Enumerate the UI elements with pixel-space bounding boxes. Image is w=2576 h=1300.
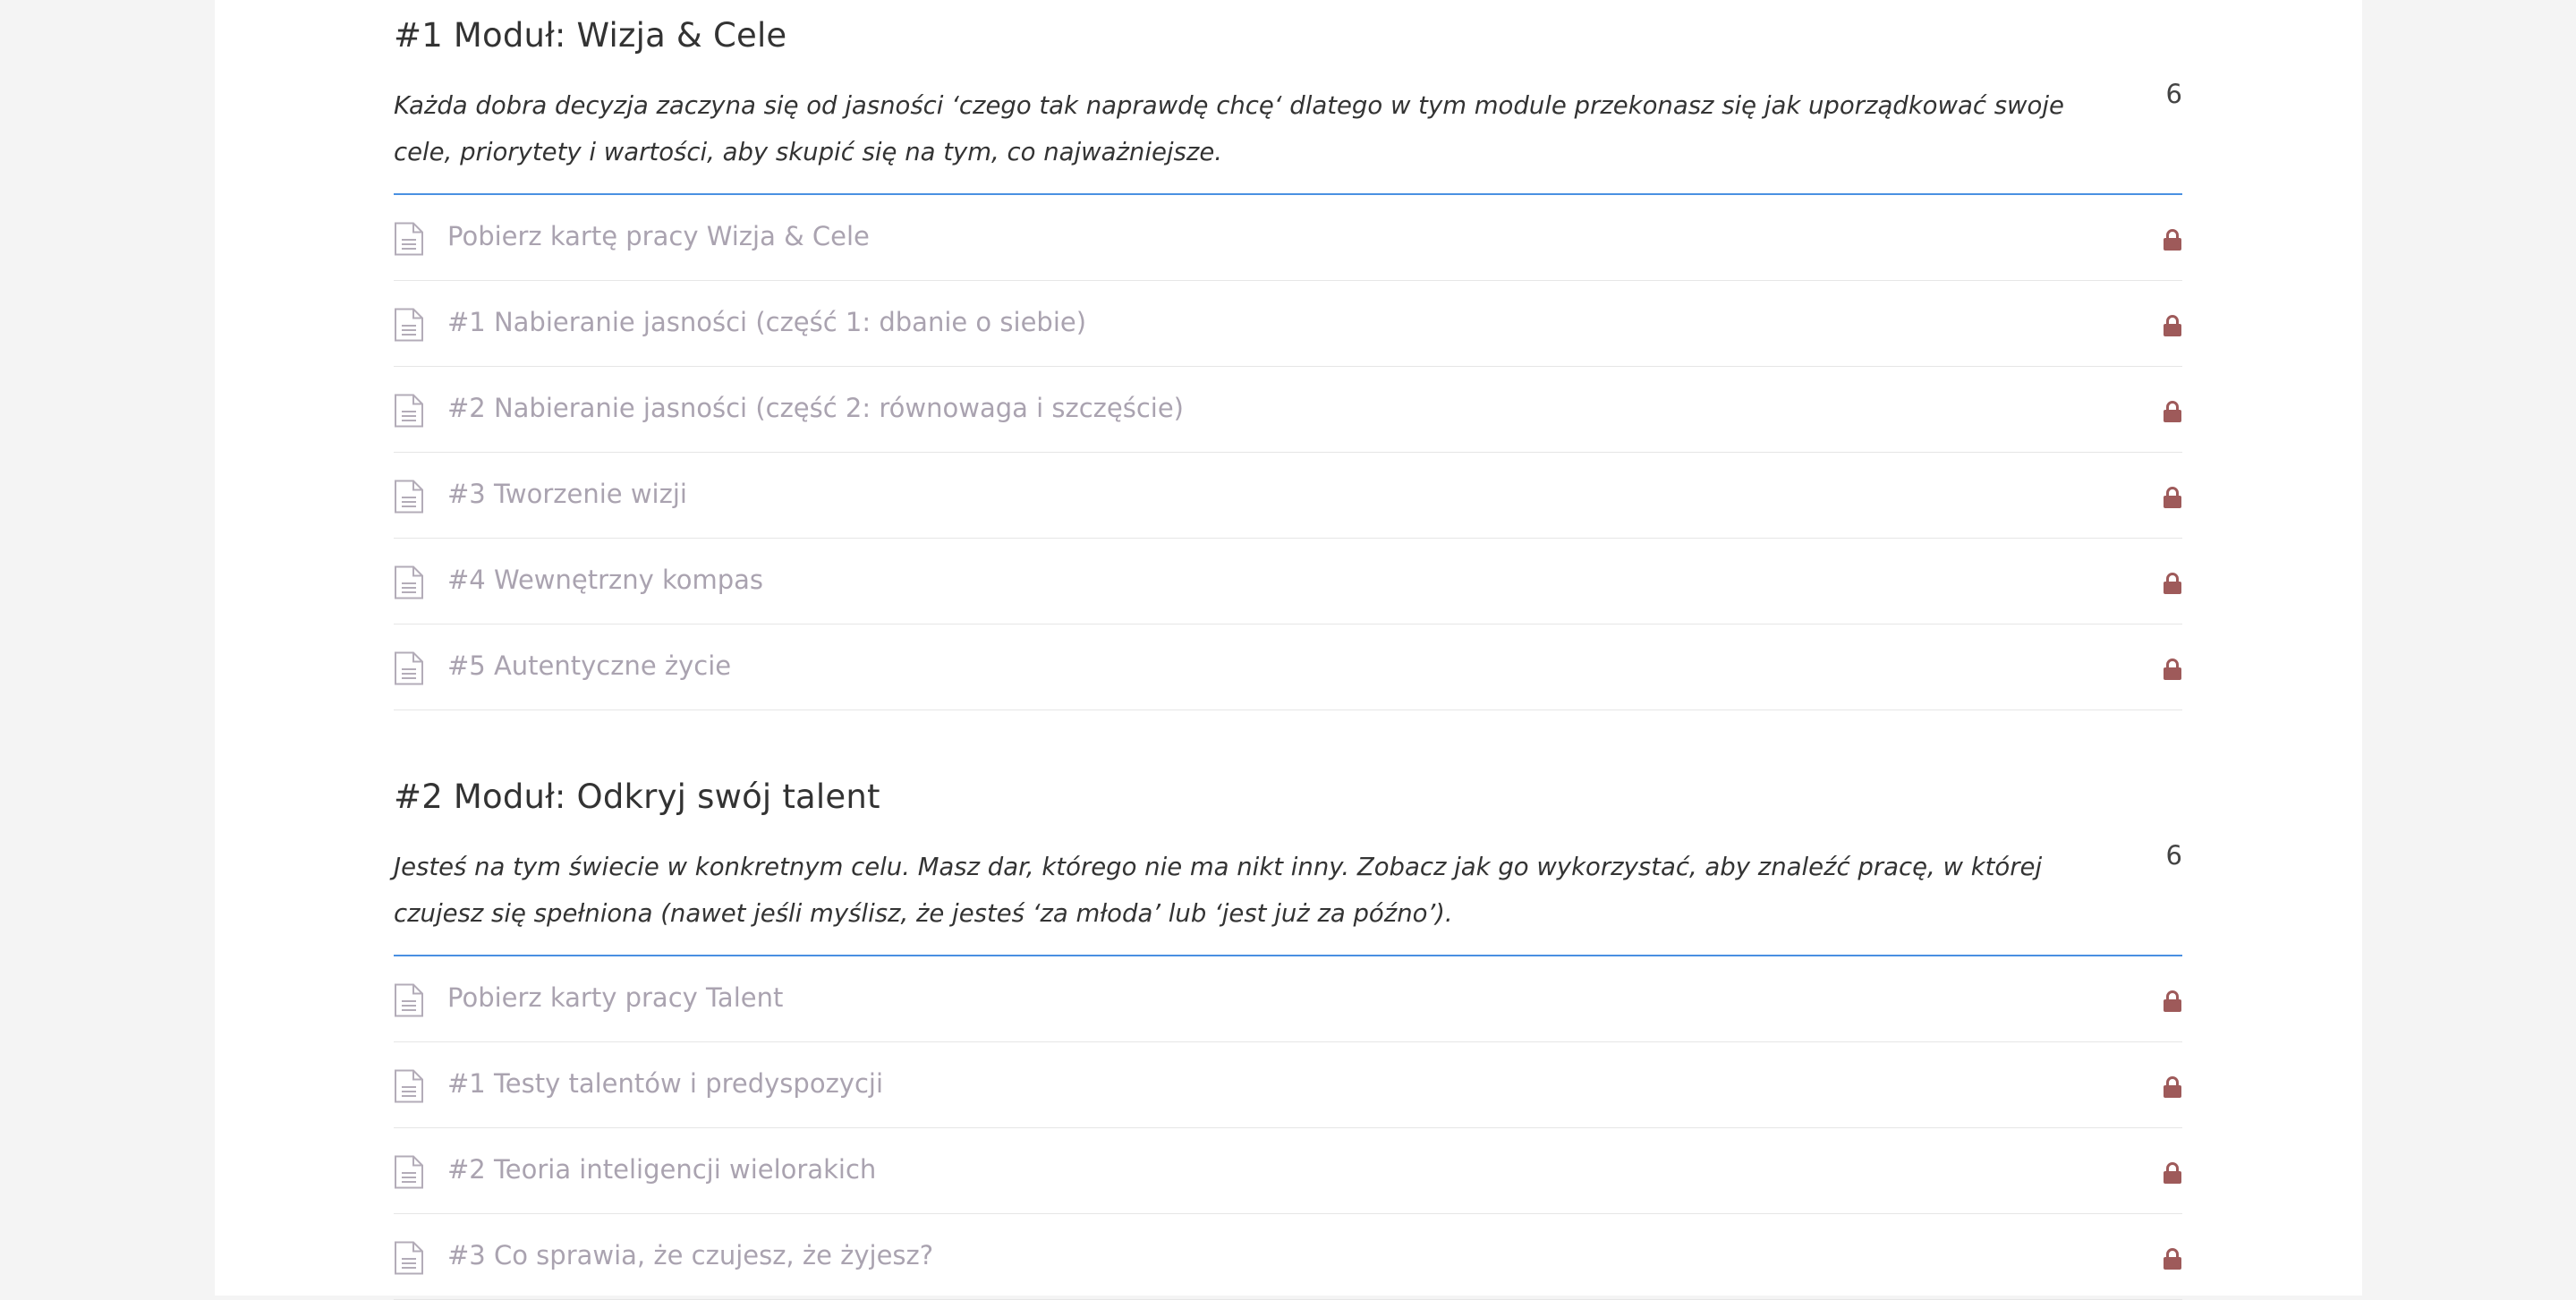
lesson-count: 6 — [2165, 840, 2182, 871]
lesson-item[interactable]: #2 Nabieranie jasności (część 2: równowa… — [394, 367, 2182, 453]
document-icon — [395, 394, 423, 428]
lesson-item[interactable]: #3 Tworzenie wizji — [394, 453, 2182, 539]
document-icon — [395, 651, 423, 685]
lesson-label: Pobierz kartę pracy Wizja & Cele — [447, 221, 870, 251]
lock-icon — [2164, 315, 2181, 336]
document-icon — [395, 983, 423, 1017]
lock-icon — [2164, 401, 2181, 422]
document-icon — [395, 1241, 423, 1275]
lock-icon — [2164, 1076, 2181, 1098]
course-curriculum: #1 Moduł: Wizja & Cele Każda dobra decyz… — [394, 0, 2182, 1300]
document-icon — [395, 1155, 423, 1189]
lesson-label: #4 Wewnętrzny kompas — [447, 565, 764, 595]
lesson-item[interactable]: #1 Testy talentów i predyspozycji — [394, 1042, 2182, 1128]
document-icon — [395, 480, 423, 514]
lock-icon — [2164, 1162, 2181, 1184]
lesson-list: Pobierz kartę pracy Wizja & Cele #1 Nabi… — [394, 195, 2182, 710]
lesson-label: #3 Tworzenie wizji — [447, 479, 687, 509]
lesson-item[interactable]: Pobierz kartę pracy Wizja & Cele — [394, 195, 2182, 281]
lesson-item[interactable]: #5 Autentyczne życie — [394, 625, 2182, 710]
module-spacer — [394, 710, 2182, 761]
lesson-label: #2 Nabieranie jasności (część 2: równowa… — [447, 393, 1184, 423]
lock-icon — [2164, 1248, 2181, 1270]
document-icon — [395, 565, 423, 599]
lesson-list: Pobierz karty pracy Talent #1 Testy tale… — [394, 956, 2182, 1300]
lock-icon — [2164, 487, 2181, 508]
document-icon — [395, 308, 423, 342]
lesson-label: #3 Co sprawia, że czujesz, że żyjesz? — [447, 1240, 934, 1270]
module-2: #2 Moduł: Odkryj swój talent Jesteś na t… — [394, 761, 2182, 1300]
module-header[interactable]: #2 Moduł: Odkryj swój talent Jesteś na t… — [394, 761, 2182, 956]
lock-icon — [2164, 229, 2181, 251]
lock-icon — [2164, 573, 2181, 594]
lesson-label: #2 Teoria inteligencji wielorakich — [447, 1154, 877, 1185]
module-header[interactable]: #1 Moduł: Wizja & Cele Każda dobra decyz… — [394, 0, 2182, 195]
lesson-item[interactable]: #3 Co sprawia, że czujesz, że żyjesz? — [394, 1214, 2182, 1300]
lesson-count: 6 — [2165, 79, 2182, 109]
lesson-item[interactable]: #4 Wewnętrzny kompas — [394, 539, 2182, 625]
lesson-label: #5 Autentyczne życie — [447, 650, 732, 681]
lesson-item[interactable]: #1 Nabieranie jasności (część 1: dbanie … — [394, 281, 2182, 367]
module-description: Każda dobra decyzja zaczyna się od jasno… — [394, 91, 2064, 166]
lesson-item[interactable]: Pobierz karty pracy Talent — [394, 956, 2182, 1042]
document-icon — [395, 1069, 423, 1103]
lock-icon — [2164, 658, 2181, 680]
lock-icon — [2164, 990, 2181, 1012]
lesson-label: Pobierz karty pracy Talent — [447, 982, 784, 1013]
module-description: Jesteś na tym świecie w konkretnym celu.… — [394, 853, 2043, 928]
document-icon — [395, 222, 423, 256]
lesson-label: #1 Testy talentów i predyspozycji — [447, 1068, 884, 1099]
lesson-label: #1 Nabieranie jasności (część 1: dbanie … — [447, 307, 1087, 337]
module-title: #2 Moduł: Odkryj swój talent — [394, 777, 880, 816]
lesson-item[interactable]: #2 Teoria inteligencji wielorakich — [394, 1128, 2182, 1214]
module-1: #1 Moduł: Wizja & Cele Każda dobra decyz… — [394, 0, 2182, 710]
module-title: #1 Moduł: Wizja & Cele — [394, 16, 787, 55]
